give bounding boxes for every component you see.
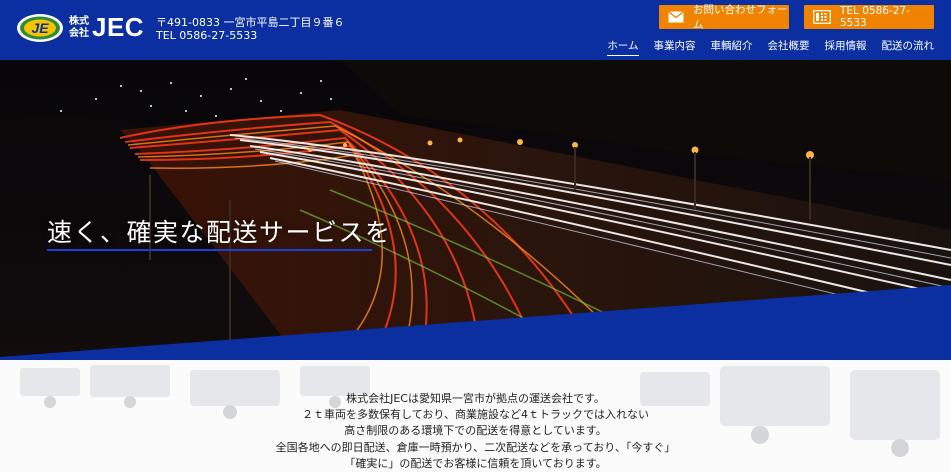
company-address-block: 〒491-0833 一宮市平島二丁目９番６ TEL 0586-27-5533 xyxy=(156,16,344,42)
intro-line: 高さ制限のある環境下での配送を得意としています。 xyxy=(344,424,607,438)
logo-mark-text: JE xyxy=(31,20,49,36)
tel-button[interactable]: TEL 0586-27-5533 xyxy=(804,5,934,29)
hero-headline: 速く、確実な配送サービスを xyxy=(47,218,392,247)
main-nav: ホーム 事業内容 車輌紹介 会社概要 採用情報 配送の流れ xyxy=(592,39,935,56)
intro-section: 株式会社JECは愛知県一宮市が拠点の運送会社です。 ２ｔ車両を多数保有しており、… xyxy=(0,360,951,472)
company-address: 〒491-0833 一宮市平島二丁目９番６ xyxy=(156,16,345,29)
intro-line: ２ｔ車両を多数保有しており、商業施設など4ｔトラックでは入れない xyxy=(302,408,649,422)
nav-services[interactable]: 事業内容 xyxy=(639,39,696,53)
envelope-icon xyxy=(668,11,684,23)
company-logo-icon[interactable]: JE xyxy=(16,11,64,44)
company-name[interactable]: JEC xyxy=(92,13,144,41)
phone-icon xyxy=(813,10,831,24)
hero-headline-underline xyxy=(47,249,372,251)
contact-form-button[interactable]: お問い合わせフォーム xyxy=(659,4,789,31)
site-header: JE 株式会社 JEC 〒491-0833 一宮市平島二丁目９番６ TEL 05… xyxy=(0,0,951,60)
nav-recruit[interactable]: 採用情報 xyxy=(810,39,867,53)
company-tel: TEL 0586-27-5533 xyxy=(156,29,258,42)
nav-company[interactable]: 会社概要 xyxy=(753,39,810,53)
company-prefix: 株式会社 xyxy=(69,16,89,39)
nav-delivery-flow[interactable]: 配送の流れ xyxy=(867,39,935,53)
highway-night-image xyxy=(0,60,951,360)
intro-line: 株式会社JECは愛知県一宮市が拠点の運送会社です。 xyxy=(346,392,605,405)
nav-vehicles[interactable]: 車輌紹介 xyxy=(696,39,753,53)
nav-home[interactable]: ホーム xyxy=(592,39,639,56)
intro-line: 「確実に」の配送でお客様に信頼を頂いております。 xyxy=(344,456,607,470)
intro-paragraph: 株式会社JECは愛知県一宮市が拠点の運送会社です。 ２ｔ車両を多数保有しており、… xyxy=(0,391,951,472)
hero-banner: 速く、確実な配送サービスを xyxy=(0,60,951,360)
intro-line: 全国各地への即日配送、倉庫一時預かり、二次配送などを承っており、「今すぐ」 xyxy=(275,440,676,454)
contact-form-label: お問い合わせフォーム xyxy=(693,4,788,31)
tel-button-label: TEL 0586-27-5533 xyxy=(840,5,910,29)
